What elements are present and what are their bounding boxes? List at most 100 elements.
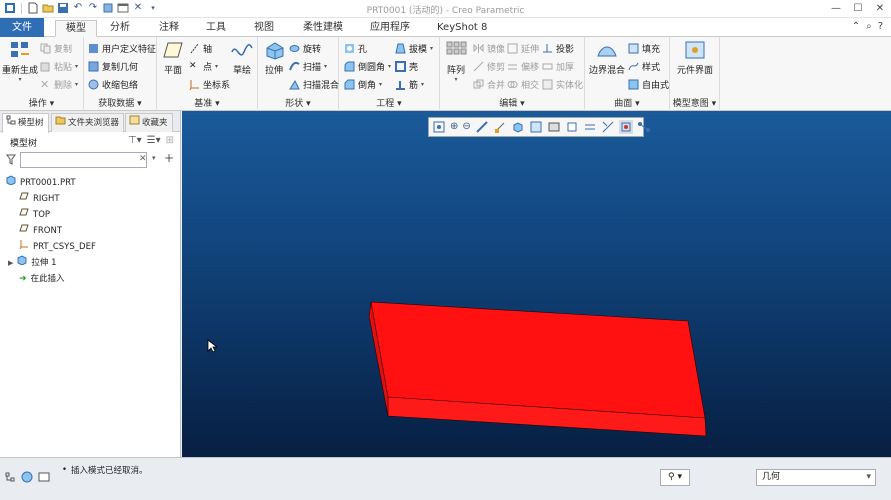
search-options-icon[interactable]: ▾ bbox=[152, 154, 156, 162]
sweep-button[interactable]: 扫描 ▾ bbox=[289, 60, 327, 73]
toggle-navigator-icon[interactable] bbox=[4, 471, 16, 486]
extrude-icon bbox=[17, 255, 27, 271]
tree-filters-icon[interactable]: ⊤▾ bbox=[128, 135, 142, 146]
intersect-button[interactable]: 相交 bbox=[507, 78, 539, 91]
find-icon[interactable]: ⚲ ▾ bbox=[660, 469, 690, 486]
tree-item-top[interactable]: TOP bbox=[0, 207, 180, 223]
project-button[interactable]: 投影 bbox=[542, 42, 574, 55]
maximize-icon[interactable]: ☐ bbox=[847, 0, 869, 18]
tab-folder-browser[interactable]: 文件夹浏览器 bbox=[51, 113, 125, 132]
model-tree-panel: 模型树 文件夹浏览器 收藏夹 模型树 ⊤▾ ☰▾ ⊞ ✕ ▾ + PRT0001… bbox=[0, 111, 181, 457]
thicken-button[interactable]: 加厚 bbox=[542, 60, 574, 73]
tab-annotate[interactable]: 注释 bbox=[149, 20, 189, 37]
insert-arrow-icon: ➜ bbox=[19, 274, 27, 284]
tab-view[interactable]: 视图 bbox=[244, 20, 284, 37]
filter-icon[interactable] bbox=[6, 154, 16, 168]
add-filter-icon[interactable]: + bbox=[164, 151, 174, 165]
tab-file[interactable]: 文件 bbox=[0, 18, 44, 37]
rib-button[interactable]: 筋 ▾ bbox=[395, 78, 424, 91]
full-screen-icon[interactable] bbox=[38, 471, 50, 486]
style-button[interactable]: 样式 bbox=[628, 60, 660, 73]
pattern-icon bbox=[445, 40, 467, 60]
folder-icon bbox=[55, 115, 66, 132]
round-button[interactable]: 倒圆角 ▾ bbox=[344, 60, 391, 73]
hole-button[interactable]: 孔 bbox=[344, 42, 367, 55]
tab-tools[interactable]: 工具 bbox=[196, 20, 236, 37]
freestyle-button[interactable]: 自由式 bbox=[628, 78, 669, 91]
revolve-button[interactable]: 旋转 bbox=[289, 42, 321, 55]
tree-item-insert-here[interactable]: ➜ 在此插入 bbox=[0, 271, 180, 287]
offset-button[interactable]: 偏移 bbox=[507, 60, 539, 73]
solidify-button[interactable]: 实体化 bbox=[542, 78, 583, 91]
extrude-button[interactable]: 拉伸 bbox=[260, 40, 288, 76]
trim-button[interactable]: 修剪 bbox=[473, 60, 505, 73]
group-label-operations[interactable]: 操作 ▾ bbox=[0, 96, 83, 109]
chamfer-button[interactable]: 倒角 ▾ bbox=[344, 78, 382, 91]
window-controls: — ☐ ✕ bbox=[825, 0, 891, 18]
plane-button[interactable]: 平面 bbox=[159, 40, 187, 76]
sketch-button[interactable]: 草绘 bbox=[229, 40, 255, 76]
axis-button[interactable]: 轴 bbox=[189, 42, 212, 55]
trim-icon bbox=[473, 61, 484, 72]
clear-search-icon[interactable]: ✕ bbox=[139, 154, 147, 164]
copy-geometry-button[interactable]: 复制几何 bbox=[88, 60, 138, 73]
rib-icon bbox=[395, 79, 406, 90]
component-interface-button[interactable]: 元件界面 bbox=[673, 40, 717, 76]
offset-icon bbox=[507, 61, 518, 72]
expand-arrow-icon[interactable]: ▶ bbox=[8, 255, 13, 271]
minimize-icon[interactable]: — bbox=[825, 0, 847, 18]
part-model[interactable] bbox=[182, 111, 891, 457]
ribbon-tab-icons: ⌃ ⌕ ? bbox=[852, 21, 883, 32]
swept-blend-button[interactable]: 扫描混合 bbox=[289, 78, 339, 91]
group-label-editing[interactable]: 编辑 ▾ bbox=[440, 96, 584, 109]
udf-button[interactable]: 用户定义特征 bbox=[88, 42, 156, 55]
tree-item-right[interactable]: RIGHT bbox=[0, 191, 180, 207]
tab-analysis[interactable]: 分析 bbox=[100, 20, 140, 37]
group-label-shapes[interactable]: 形状 ▾ bbox=[258, 96, 338, 109]
tab-model-tree[interactable]: 模型树 bbox=[2, 113, 49, 133]
show-icon[interactable]: ⊞ bbox=[166, 135, 174, 146]
browser-icon[interactable] bbox=[21, 471, 33, 486]
search-icon[interactable]: ⌕ bbox=[866, 21, 872, 32]
boundary-blend-button[interactable]: 边界混合 bbox=[588, 40, 626, 76]
settings-icon[interactable]: ☰▾ bbox=[147, 135, 161, 146]
pattern-button[interactable]: 阵列 ▾ bbox=[442, 40, 470, 83]
group-label-model-intent[interactable]: 模型意图 ▾ bbox=[670, 96, 719, 109]
draft-button[interactable]: 拔模 ▾ bbox=[395, 42, 433, 55]
copy-button[interactable]: 复制 bbox=[40, 42, 72, 55]
hole-icon bbox=[344, 43, 355, 54]
title-bar: ↶ ↷ ✕ ▾ PRT0001 (活动的) - Creo Parametric … bbox=[0, 0, 891, 18]
delete-button[interactable]: ✕ 删除 ▾ bbox=[40, 78, 78, 91]
tree-search-input[interactable] bbox=[20, 152, 147, 168]
fill-button[interactable]: 填充 bbox=[628, 42, 660, 55]
paste-button[interactable]: 粘贴 ▾ bbox=[40, 60, 78, 73]
mirror-button[interactable]: 镜像 bbox=[473, 42, 505, 55]
group-label-surfaces[interactable]: 曲面 ▾ bbox=[585, 96, 669, 109]
close-icon[interactable]: ✕ bbox=[869, 0, 891, 18]
point-button[interactable]: ✕ 点 ▾ bbox=[189, 60, 218, 73]
selection-filter[interactable]: 几何 bbox=[756, 469, 876, 486]
regenerate-button[interactable]: 重新生成 ▾ bbox=[2, 40, 38, 83]
tree-item-part[interactable]: PRT0001.PRT bbox=[0, 175, 180, 191]
graphics-viewport[interactable]: ⊕ ⊖ bbox=[182, 111, 891, 457]
group-label-engineering[interactable]: 工程 ▾ bbox=[339, 96, 439, 109]
group-label-get-data[interactable]: 获取数据 ▾ bbox=[84, 96, 156, 109]
help-icon[interactable]: ? bbox=[878, 21, 883, 32]
shrinkwrap-button[interactable]: 收缩包络 bbox=[88, 78, 138, 91]
tree-item-extrude[interactable]: ▶ 拉伸 1 bbox=[0, 255, 180, 271]
tab-favorites[interactable]: 收藏夹 bbox=[125, 113, 173, 132]
tab-flexible-modeling[interactable]: 柔性建模 bbox=[293, 20, 353, 37]
extend-button[interactable]: 延伸 bbox=[507, 42, 539, 55]
tab-model[interactable]: 模型 bbox=[55, 20, 97, 37]
group-label-datum[interactable]: 基准 ▾ bbox=[157, 96, 257, 109]
csys-button[interactable]: 坐标系 bbox=[189, 78, 230, 91]
tree-item-csys[interactable]: PRT_CSYS_DEF bbox=[0, 239, 180, 255]
tree-item-front[interactable]: FRONT bbox=[0, 223, 180, 239]
minimize-ribbon-icon[interactable]: ⌃ bbox=[852, 21, 860, 32]
favorites-icon bbox=[129, 115, 140, 132]
thicken-icon bbox=[542, 61, 553, 72]
merge-button[interactable]: 合并 bbox=[473, 78, 505, 91]
shell-button[interactable]: 壳 bbox=[395, 60, 418, 73]
tab-applications[interactable]: 应用程序 bbox=[360, 20, 420, 37]
tab-keyshot[interactable]: KeyShot 8 bbox=[427, 20, 497, 37]
